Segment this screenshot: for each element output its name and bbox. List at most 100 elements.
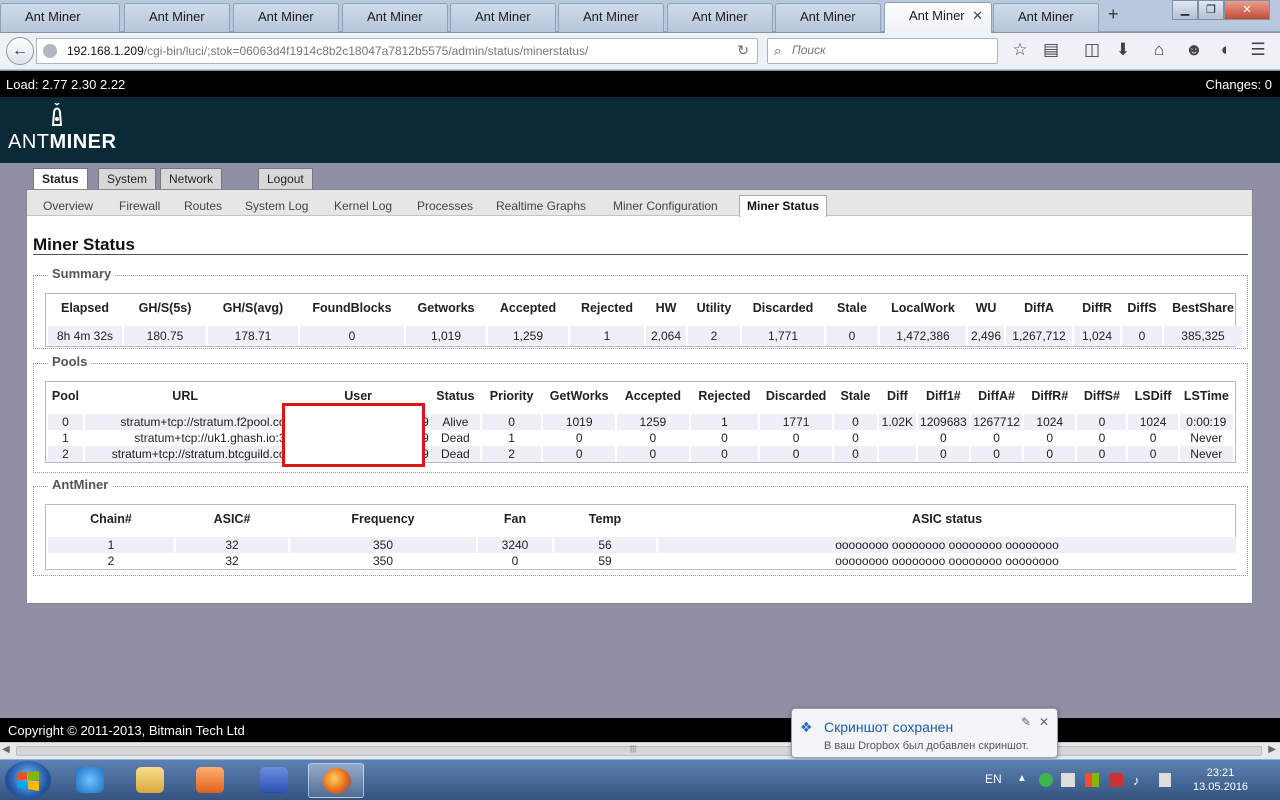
table-cell: 180.75	[124, 326, 206, 346]
search-icon: ⌕	[774, 43, 782, 58]
taskbar-app[interactable]	[246, 763, 302, 798]
notification-close-icon[interactable]: ✕	[1039, 715, 1049, 729]
table-cell: 0	[917, 446, 969, 462]
table-cell: 2	[48, 446, 83, 462]
taskbar-media[interactable]	[182, 763, 238, 798]
subtab-system-log[interactable]: System Log	[245, 199, 308, 213]
flag-tray-icon[interactable]	[1085, 773, 1099, 787]
pocket-icon[interactable]: ◫	[1080, 40, 1104, 60]
table-cell: oooooooo oooooooo oooooooo oooooooo	[658, 553, 1236, 569]
summary-legend: Summary	[48, 266, 116, 281]
column-header: Discarded	[752, 301, 814, 315]
taskbar-firefox[interactable]	[308, 763, 364, 798]
browser-tab[interactable]: Ant Miner ✕	[884, 2, 992, 33]
column-header: Elapsed	[61, 301, 109, 315]
floppy-icon	[260, 767, 288, 793]
new-tab-button[interactable]: +	[1108, 4, 1119, 25]
windows-taskbar: EN ▲ ♪ 23:21 13.05.2016	[0, 759, 1280, 800]
search-bar[interactable]: ⌕	[767, 38, 998, 64]
globe-icon	[43, 44, 57, 58]
bookmark-star-icon[interactable]: ☆	[1008, 40, 1032, 60]
taskbar-explorer[interactable]	[122, 763, 178, 798]
browser-tab[interactable]: Ant Miner	[558, 3, 664, 32]
subtab-miner-configuration[interactable]: Miner Configuration	[613, 199, 718, 213]
browser-tab[interactable]: Ant Miner	[667, 3, 773, 32]
changes-counter[interactable]: Changes: 0	[1206, 77, 1273, 92]
table-cell: 2	[481, 446, 542, 462]
clipboard-tray-icon[interactable]	[1061, 773, 1075, 787]
browser-tab[interactable]: Ant Miner	[342, 3, 448, 32]
tab-network[interactable]: Network	[160, 168, 223, 189]
column-header: BestShare	[1172, 301, 1234, 315]
dropbox-tray-icon[interactable]	[1039, 773, 1053, 787]
subtab-routes[interactable]: Routes	[184, 199, 222, 213]
reading-list-icon[interactable]: ▤	[1039, 40, 1063, 60]
notification-settings-icon[interactable]: ✎	[1021, 715, 1031, 729]
column-header: Diff	[886, 389, 908, 403]
pools-legend: Pools	[48, 354, 92, 369]
browser-tab[interactable]: Ant Miner	[993, 3, 1099, 32]
table-cell: 0	[690, 430, 759, 446]
browser-tab-label: Ant Miner	[149, 9, 205, 24]
back-button[interactable]: ←	[6, 37, 34, 65]
taskbar-ie[interactable]	[62, 763, 118, 798]
addon-icon[interactable]: ◐	[1214, 40, 1238, 60]
logo-band: ANTMINER	[0, 97, 1280, 163]
subtab-firewall[interactable]: Firewall	[119, 199, 160, 213]
browser-tab[interactable]: Ant Miner	[775, 3, 881, 32]
subtab-processes[interactable]: Processes	[417, 199, 473, 213]
table-cell: Never	[1179, 430, 1233, 446]
table-cell: 1	[48, 537, 174, 553]
clock[interactable]: 23:21 13.05.2016	[1193, 766, 1248, 794]
volume-icon[interactable]: ♪	[1133, 773, 1147, 788]
maximize-button[interactable]: ❐	[1198, 0, 1224, 20]
network-tray-icon[interactable]	[1109, 773, 1123, 787]
menu-icon[interactable]: ☰	[1246, 40, 1270, 60]
table-cell: 0	[917, 430, 969, 446]
download-icon[interactable]: ⬇	[1111, 40, 1135, 60]
column-header: Diff1#	[926, 389, 961, 403]
subtab-kernel-log[interactable]: Kernel Log	[334, 199, 392, 213]
subtab-miner-status[interactable]: Miner Status	[739, 195, 828, 217]
tab-system[interactable]: System	[98, 168, 157, 189]
table-row: 1stratum+tcp://uk1.ghash.io:3ant9Dead100…	[48, 430, 1233, 446]
table-cell: 3240	[478, 537, 552, 553]
scrollbar-thumb[interactable]	[16, 746, 1262, 756]
table-cell: 0	[543, 430, 615, 446]
browser-tab[interactable]: Ant Miner	[124, 3, 230, 32]
language-indicator[interactable]: EN	[985, 772, 1002, 786]
minimize-button[interactable]: ▁	[1172, 0, 1198, 20]
copyright-text: Copyright © 2011-2013, Bitmain Tech Ltd	[8, 723, 245, 738]
horizontal-scrollbar[interactable]: ◀ ||| ▶	[0, 742, 1280, 759]
browser-tab[interactable]: Ant Miner	[233, 3, 339, 32]
start-button[interactable]	[5, 761, 51, 799]
chat-icon[interactable]: ☻	[1182, 40, 1206, 60]
subtab-overview[interactable]: Overview	[43, 199, 93, 213]
summary-values-row: 8h 4m 32s 180.75 178.71 0 1,019 1,259 1 2,064 2 1…	[48, 326, 1242, 346]
antminer-table: Chain# ASIC# Frequency Fan Temp ASIC status 1…	[46, 505, 1238, 569]
table-cell: 1	[481, 430, 542, 446]
subtab-realtime-graphs[interactable]: Realtime Graphs	[496, 199, 586, 213]
column-header: Stale	[837, 301, 867, 315]
power-tray-icon[interactable]	[1159, 773, 1171, 787]
scrollbar-grip-icon: |||	[630, 744, 637, 753]
table-cell: 0:00:19	[1179, 414, 1233, 430]
close-window-button[interactable]: ✕	[1224, 0, 1270, 20]
tab-status[interactable]: Status	[33, 168, 88, 190]
browser-tab[interactable]: Ant Miner	[0, 3, 120, 32]
scroll-right-icon[interactable]: ▶	[1268, 744, 1276, 755]
search-input[interactable]	[792, 43, 992, 57]
scroll-left-icon[interactable]: ◀	[2, 744, 10, 755]
tab-close-icon[interactable]: ✕	[972, 8, 983, 24]
tab-logout[interactable]: Logout	[258, 168, 313, 189]
tray-expand-icon[interactable]: ▲	[1017, 773, 1031, 787]
dropbox-notification[interactable]: ❖ Скриншот сохранен В ваш Dropbox был до…	[791, 708, 1058, 758]
table-cell	[878, 430, 916, 446]
page-title: Miner Status	[33, 235, 136, 254]
url-bar[interactable]: 192.168.1.209/cgi-bin/luci/;stok=06063d4…	[36, 38, 758, 64]
home-icon[interactable]: ⌂	[1147, 40, 1171, 60]
column-header: GH/S(5s)	[138, 301, 192, 315]
browser-tab[interactable]: Ant Miner	[450, 3, 556, 32]
pools-header-row: Pool URL User Status Priority GetWorks Accepte…	[48, 382, 1233, 406]
reload-icon[interactable]: ↻	[737, 42, 749, 59]
